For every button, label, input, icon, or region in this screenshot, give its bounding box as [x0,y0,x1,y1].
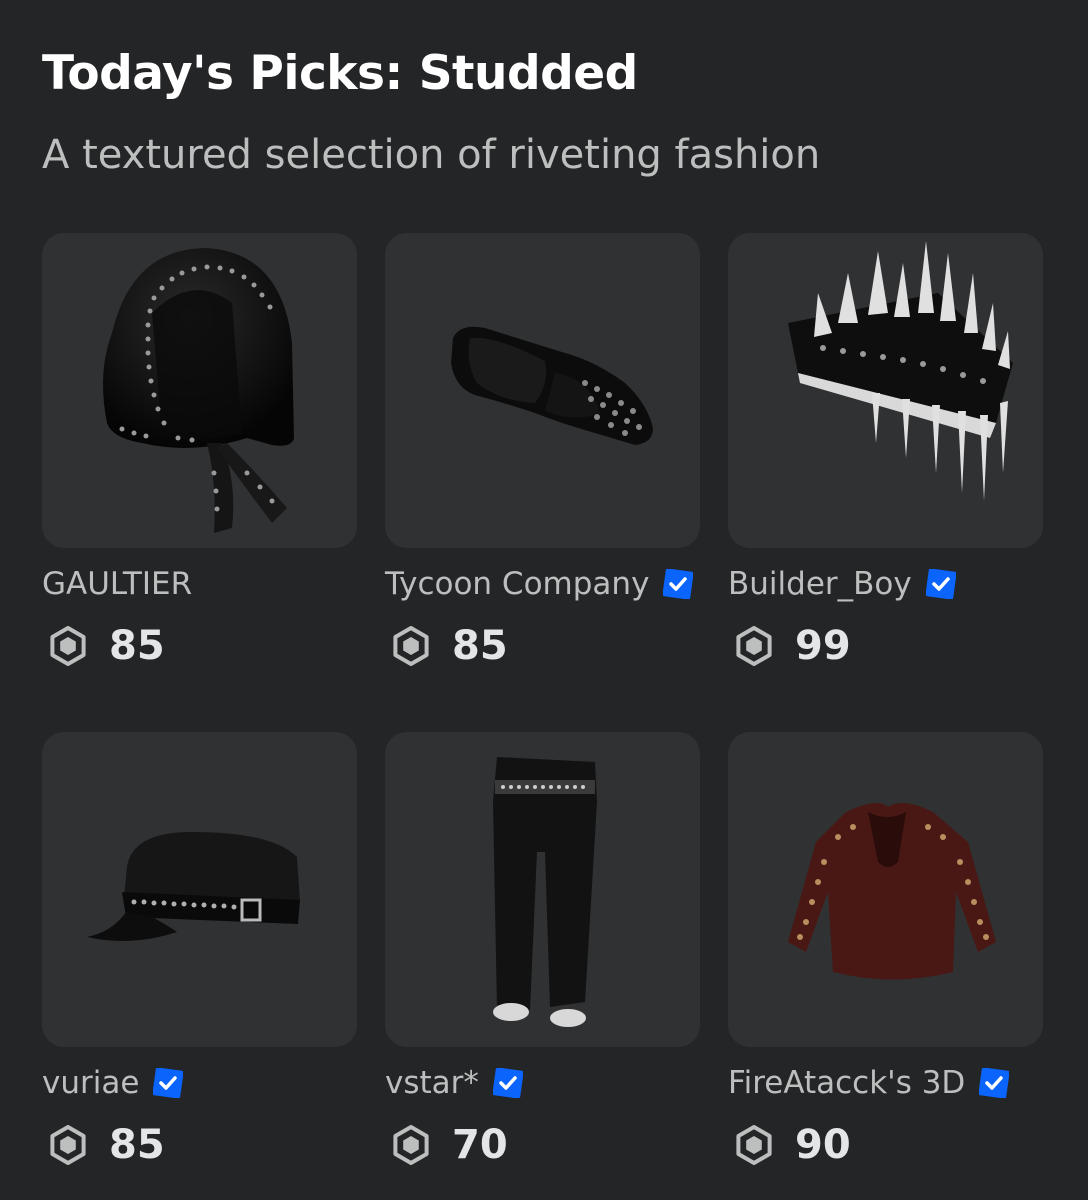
price-row: 85 [391,623,508,669]
creator-name[interactable]: Tycoon Company [385,566,649,602]
price-row: 70 [391,1122,508,1168]
item-card-sunglasses[interactable]: Tycoon Company 85 [385,233,700,669]
studded-cap-icon [87,832,300,941]
robux-icon [50,1125,86,1165]
item-thumbnail[interactable] [385,233,700,548]
studded-hood-icon [103,248,294,533]
creator-name[interactable]: vstar* [385,1065,479,1101]
creator-name-row[interactable]: vstar* [385,1063,523,1103]
verified-badge-icon [492,1068,523,1098]
item-card-cap[interactable]: vuriae 85 [42,732,357,1168]
creator-name-row[interactable]: vuriae [42,1063,184,1103]
studded-sunglasses-icon [451,326,653,445]
verified-badge-icon [925,569,956,599]
item-thumbnail[interactable] [42,233,357,548]
creator-name[interactable]: Builder_Boy [728,566,912,602]
price-row: 90 [734,1122,851,1168]
page-subtitle: A textured selection of riveting fashion [42,132,821,178]
item-thumbnail[interactable] [42,732,357,1047]
robux-icon [393,1125,429,1165]
item-price: 70 [452,1122,508,1168]
studded-pants-icon [493,757,597,1027]
item-price: 99 [795,623,851,669]
creator-name[interactable]: FireAtacck's 3D [728,1065,965,1101]
creator-name-row[interactable]: Tycoon Company [385,564,694,604]
robux-icon [736,1125,772,1165]
creator-name-row[interactable]: GAULTIER [42,564,192,604]
item-thumbnail[interactable] [385,732,700,1047]
price-row: 85 [48,1122,165,1168]
verified-badge-icon [979,1068,1010,1098]
page-title: Today's Picks: Studded [42,46,638,101]
verified-badge-icon [663,569,694,599]
price-row: 85 [48,623,165,669]
robux-icon [393,626,429,666]
robux-icon [736,626,772,666]
creator-name-row[interactable]: FireAtacck's 3D [728,1063,1010,1103]
item-card-jacket[interactable]: FireAtacck's 3D 90 [728,732,1043,1168]
item-card-hood[interactable]: GAULTIER 85 [42,233,357,669]
item-price: 85 [109,1122,165,1168]
item-thumbnail[interactable] [728,233,1043,548]
studded-leather-jacket-icon [788,803,996,980]
item-price: 85 [109,623,165,669]
item-price: 85 [452,623,508,669]
item-price: 90 [795,1122,851,1168]
creator-name-row[interactable]: Builder_Boy [728,564,956,604]
creator-name[interactable]: GAULTIER [42,566,192,602]
todays-picks-page: Today's Picks: Studded A textured select… [0,0,1088,1200]
item-card-pants[interactable]: vstar* 70 [385,732,700,1168]
item-card-spiked-hat[interactable]: Builder_Boy 99 [728,233,1043,669]
spiked-hat-icon [788,241,1013,501]
verified-badge-icon [153,1068,184,1098]
price-row: 99 [734,623,851,669]
robux-icon [50,626,86,666]
creator-name[interactable]: vuriae [42,1065,139,1101]
item-thumbnail[interactable] [728,732,1043,1047]
